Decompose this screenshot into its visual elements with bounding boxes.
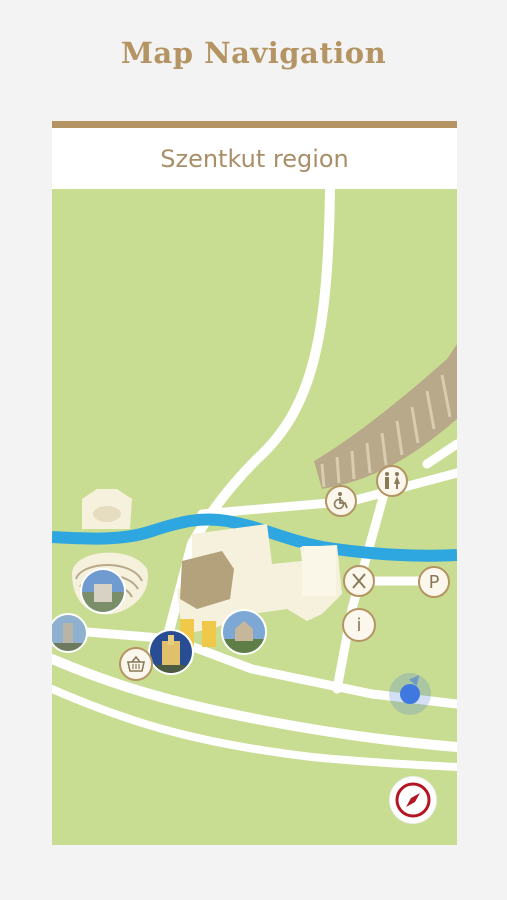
parking-label: P	[428, 571, 440, 593]
shop-poi[interactable]	[119, 647, 153, 681]
app-title: Map Navigation	[120, 36, 387, 70]
amphitheater-photo[interactable]	[80, 568, 126, 614]
map-view[interactable]: P i	[52, 189, 457, 845]
accessibility-poi[interactable]	[325, 485, 357, 517]
restaurant-poi[interactable]	[343, 565, 375, 597]
restroom-icon	[385, 472, 400, 489]
side-building	[302, 546, 336, 596]
compass-icon	[395, 782, 431, 818]
user-location	[389, 671, 431, 715]
info-poi[interactable]: i	[342, 608, 376, 642]
info-label: i	[356, 614, 362, 636]
basilica-photo[interactable]	[148, 629, 194, 675]
map-header: Szentkut region	[52, 128, 457, 189]
restroom-poi[interactable]	[376, 465, 408, 497]
road-north-branch	[422, 439, 457, 469]
map-canvas[interactable]	[52, 189, 457, 845]
wheelchair-icon	[333, 492, 348, 510]
chapel-photo[interactable]	[221, 609, 267, 655]
compass-button[interactable]	[390, 777, 436, 823]
region-title: Szentkut region	[160, 144, 349, 173]
church-tower-2	[202, 621, 216, 647]
fork-knife-icon	[352, 573, 366, 589]
accent-bar	[52, 121, 457, 128]
user-location-icon	[400, 684, 420, 704]
phone-screen: Szentkut region P i	[52, 121, 457, 845]
basket-icon	[127, 655, 145, 672]
parking-poi[interactable]: P	[418, 566, 450, 598]
